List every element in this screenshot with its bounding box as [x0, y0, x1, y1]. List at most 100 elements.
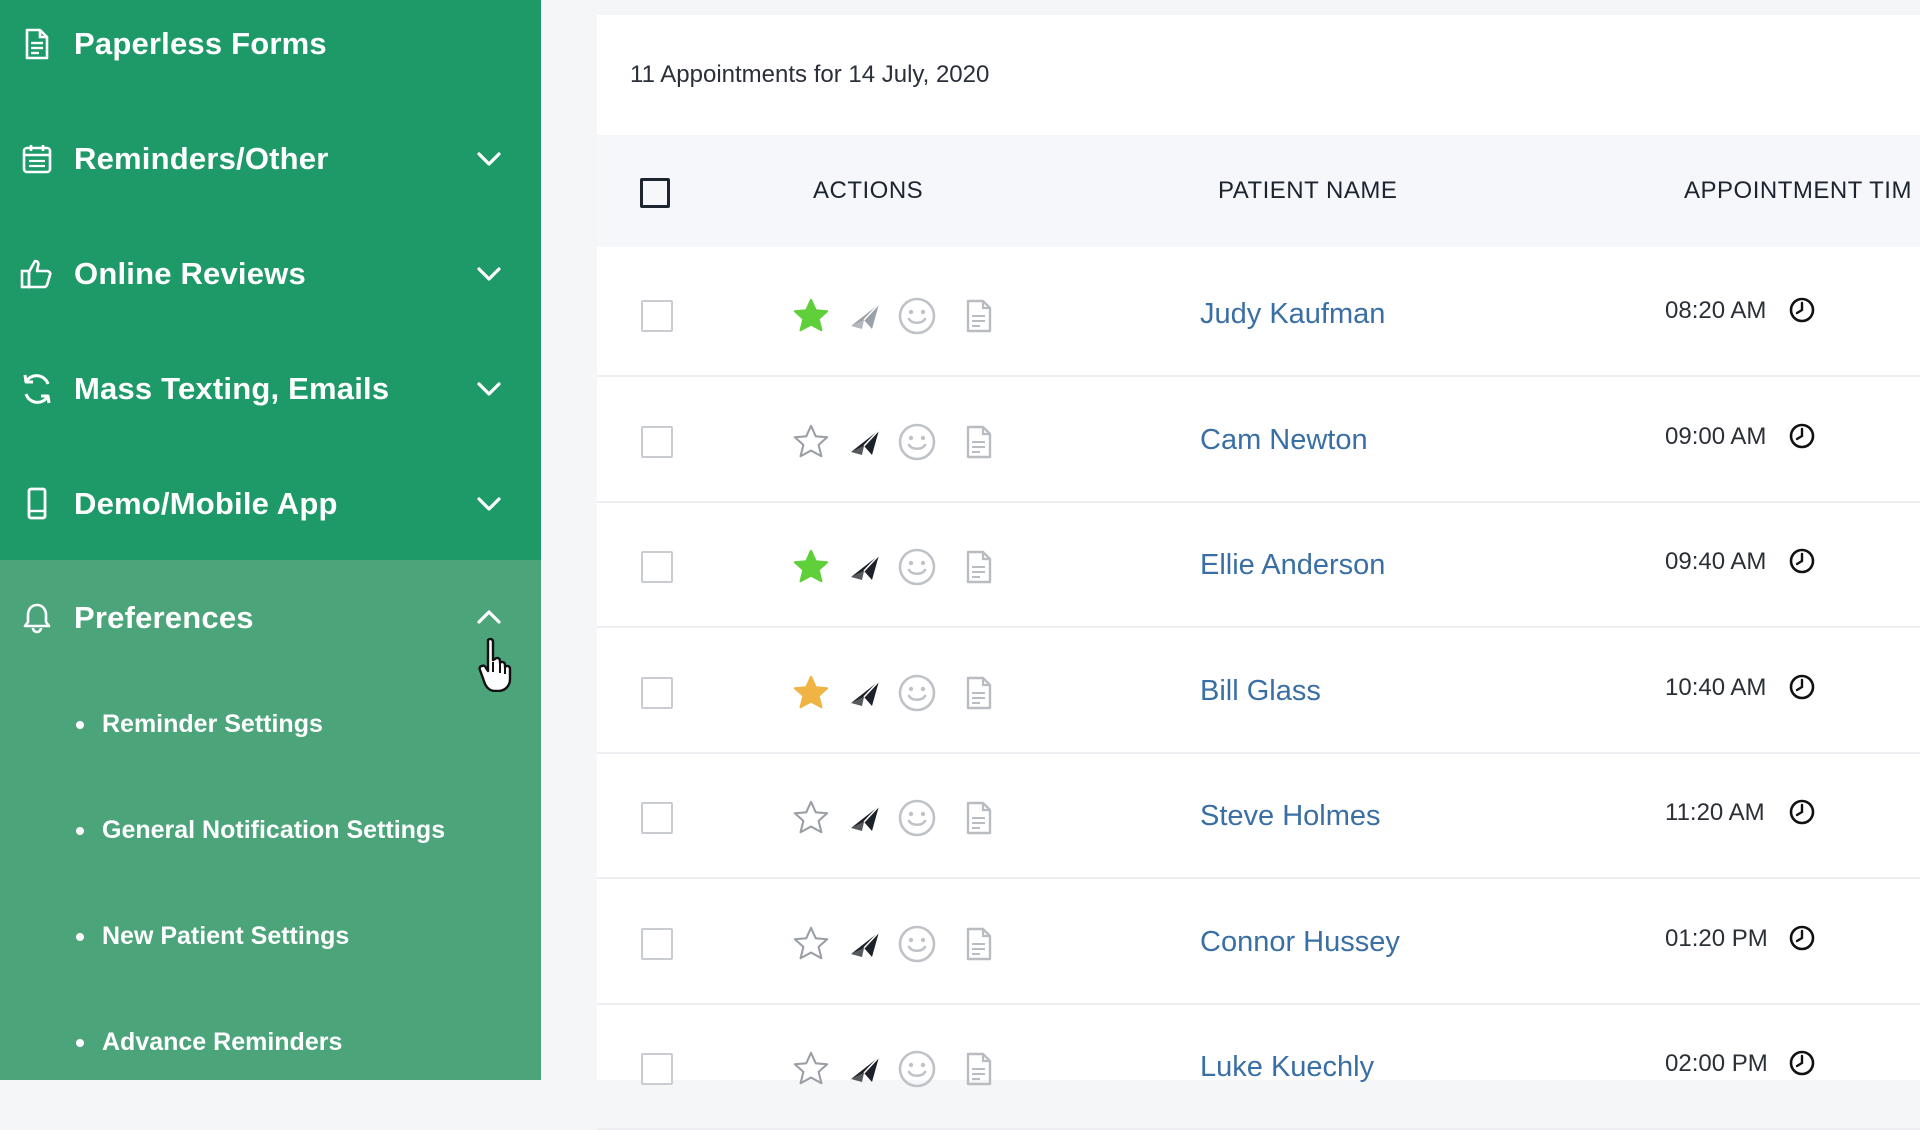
smiley-icon[interactable] [897, 422, 937, 462]
send-reminder-icon[interactable] [845, 547, 885, 587]
select-all-checkbox[interactable] [640, 178, 670, 208]
appointments-card: 11 Appointments for 14 July, 2020 ACTION… [597, 15, 1920, 1130]
column-header-patient-name[interactable]: PATIENT NAME [1218, 135, 1397, 247]
calendar-icon [20, 142, 54, 176]
star-icon[interactable] [791, 673, 831, 713]
sidebar-item-demo-mobile-app[interactable]: Demo/Mobile App [0, 446, 541, 561]
smiley-icon[interactable] [897, 1049, 937, 1089]
row-checkbox[interactable] [641, 802, 673, 834]
table-header: ACTIONS PATIENT NAME APPOINTMENT TIM [597, 135, 1920, 247]
document-icon[interactable] [959, 296, 999, 336]
sidebar-item-label: Paperless Forms [74, 25, 327, 61]
table-row: Bill Glass 10:40 AM [597, 629, 1920, 754]
send-reminder-icon[interactable] [845, 1049, 885, 1089]
chevron-up-icon[interactable] [474, 602, 504, 632]
bullet-dot [76, 720, 84, 729]
row-checkbox[interactable] [641, 927, 673, 960]
sidebar-subitem-advance-reminders[interactable]: Advance Reminders [76, 1028, 342, 1057]
patient-name-link[interactable]: Judy Kaufman [1200, 252, 1385, 377]
document-icon[interactable] [959, 1049, 999, 1089]
sidebar-item-label: Online Reviews [74, 255, 306, 291]
star-icon[interactable] [791, 547, 831, 587]
send-reminder-icon[interactable] [845, 422, 885, 462]
sidebar-item-label: Preferences [74, 599, 254, 635]
smiley-icon[interactable] [897, 547, 937, 587]
sidebar-item-preferences[interactable]: Preferences [0, 560, 541, 675]
row-checkbox[interactable] [641, 551, 673, 583]
row-checkbox[interactable] [641, 300, 673, 332]
patient-name-link[interactable]: Steve Holmes [1200, 754, 1381, 879]
subitem-label: General Notification Settings [102, 816, 446, 844]
sidebar: Paperless Forms Reminders/Other Online R… [0, 0, 541, 1080]
clock-icon [1788, 1049, 1816, 1077]
row-checkbox[interactable] [641, 425, 673, 458]
sidebar-subitem-reminder-settings[interactable]: Reminder Settings [76, 710, 323, 739]
bullet-dot [76, 932, 84, 941]
column-header-appointment-time[interactable]: APPOINTMENT TIM [1684, 135, 1912, 247]
sidebar-item-label: Mass Texting, Emails [74, 370, 390, 406]
appointment-time: 10:40 AM [1665, 673, 1767, 701]
smiley-icon[interactable] [897, 924, 937, 964]
send-reminder-icon[interactable] [845, 798, 885, 838]
table-row: Connor Hussey 01:20 PM [597, 880, 1920, 1005]
smiley-icon[interactable] [897, 798, 937, 838]
sidebar-subitem-new-patient-settings[interactable]: New Patient Settings [76, 922, 349, 951]
patient-name-link[interactable]: Ellie Anderson [1200, 503, 1385, 628]
send-reminder-icon[interactable] [845, 673, 885, 713]
appointment-time: 08:20 AM [1665, 297, 1767, 324]
patient-name-link[interactable]: Cam Newton [1200, 378, 1368, 503]
star-icon[interactable] [791, 422, 831, 462]
sidebar-subitem-general-notification-settings[interactable]: General Notification Settings [76, 816, 445, 845]
subitem-label: New Patient Settings [102, 922, 350, 950]
bullet-dot [76, 826, 84, 835]
document-icon [20, 27, 54, 61]
document-icon[interactable] [959, 547, 999, 587]
refresh-icon [20, 372, 54, 406]
star-icon[interactable] [791, 798, 831, 838]
clock-icon [1788, 798, 1816, 826]
appointment-time: 09:00 AM [1665, 422, 1767, 450]
table-row: Luke Kuechly 02:00 PM [597, 1005, 1920, 1130]
row-checkbox[interactable] [641, 676, 673, 709]
sidebar-item-online-reviews[interactable]: Online Reviews [0, 216, 541, 331]
subitem-label: Advance Reminders [102, 1028, 343, 1056]
row-checkbox[interactable] [641, 1053, 673, 1085]
document-icon[interactable] [959, 673, 999, 713]
star-icon[interactable] [791, 924, 831, 964]
table-row: Cam Newton 09:00 AM [597, 378, 1920, 503]
send-reminder-icon[interactable] [845, 924, 885, 964]
send-reminder-icon[interactable] [845, 296, 885, 336]
table-row: Steve Holmes 11:20 AM [597, 754, 1920, 879]
sidebar-item-mass-texting[interactable]: Mass Texting, Emails [0, 331, 541, 446]
document-icon[interactable] [959, 924, 999, 964]
chevron-down-icon[interactable] [474, 489, 504, 519]
smiley-icon[interactable] [897, 673, 937, 713]
patient-name-link[interactable]: Connor Hussey [1200, 880, 1400, 1005]
subitem-label: Reminder Settings [102, 710, 323, 738]
appointments-heading: 11 Appointments for 14 July, 2020 [630, 61, 989, 89]
bullet-dot [76, 1038, 84, 1047]
clock-icon [1788, 547, 1816, 575]
appointment-time: 01:20 PM [1665, 924, 1768, 952]
chevron-down-icon[interactable] [474, 144, 504, 174]
patient-name-link[interactable]: Luke Kuechly [1200, 1005, 1374, 1130]
chevron-down-icon[interactable] [474, 374, 504, 404]
bell-icon [20, 601, 54, 635]
sidebar-item-reminders-other[interactable]: Reminders/Other [0, 101, 541, 216]
chevron-down-icon[interactable] [474, 259, 504, 289]
appointments-date-text: Appointments for 14 July, 2020 [660, 61, 990, 88]
star-icon[interactable] [791, 1049, 831, 1089]
document-icon[interactable] [959, 422, 999, 462]
sidebar-item-paperless-forms[interactable]: Paperless Forms [0, 0, 541, 101]
sidebar-item-label: Demo/Mobile App [74, 485, 338, 521]
star-icon[interactable] [791, 296, 831, 336]
smiley-icon[interactable] [897, 296, 937, 336]
mobile-icon [20, 487, 54, 521]
appointment-count: 11 [630, 61, 655, 88]
patient-name-link[interactable]: Bill Glass [1200, 629, 1321, 754]
document-icon[interactable] [959, 798, 999, 838]
appointment-time: 11:20 AM [1665, 799, 1765, 826]
appointment-time: 09:40 AM [1665, 548, 1767, 575]
thumbs-up-icon [20, 257, 54, 291]
clock-icon [1788, 422, 1816, 450]
